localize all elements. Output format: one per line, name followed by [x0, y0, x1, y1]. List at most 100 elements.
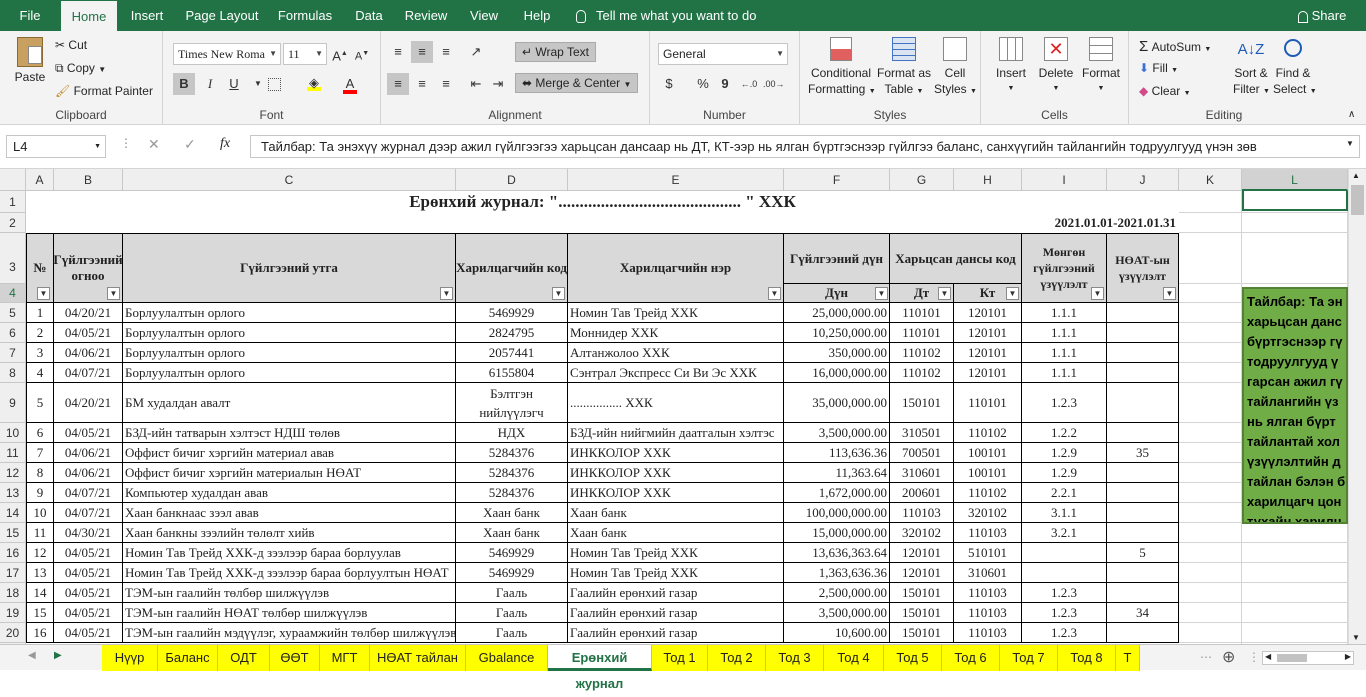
cell-cf[interactable]: 1.1.1 — [1022, 303, 1107, 323]
cell-cf[interactable] — [1022, 563, 1107, 583]
empty-cell[interactable] — [1179, 563, 1242, 583]
cell-d[interactable]: 04/20/21 — [54, 383, 123, 423]
column-header-e[interactable]: E — [568, 169, 784, 191]
cell-kt[interactable]: 120101 — [954, 303, 1022, 323]
empty-cell[interactable] — [1242, 233, 1348, 284]
tab-data[interactable]: Data — [349, 0, 389, 31]
filter-dropdown-icon[interactable]: ▼ — [938, 287, 951, 300]
cell-v[interactable] — [1107, 503, 1179, 523]
empty-cell[interactable] — [1179, 343, 1242, 363]
empty-cell[interactable] — [1179, 603, 1242, 623]
cell-a[interactable]: 10,250,000.00 — [784, 323, 890, 343]
sheet-tab[interactable]: Тод 4 — [824, 645, 884, 671]
align-right-icon[interactable]: ≡ — [435, 73, 457, 95]
scroll-down-icon[interactable]: ▼ — [1352, 633, 1360, 642]
cell-v[interactable] — [1107, 383, 1179, 423]
cell-cf[interactable]: 1.1.1 — [1022, 343, 1107, 363]
empty-cell[interactable] — [1179, 463, 1242, 483]
filter-dropdown-icon[interactable]: ▼ — [552, 287, 565, 300]
row-header[interactable]: 12 — [0, 463, 26, 483]
row-header[interactable]: 2 — [0, 213, 26, 233]
increase-font-icon[interactable]: A▲ — [329, 43, 351, 65]
cell-v[interactable] — [1107, 623, 1179, 643]
empty-cell[interactable] — [1242, 603, 1348, 623]
cell-n[interactable]: 12 — [26, 543, 54, 563]
cell-d[interactable]: 04/07/21 — [54, 503, 123, 523]
sheet-tab[interactable]: Тод 8 — [1058, 645, 1116, 671]
row-header[interactable]: 3 — [0, 233, 26, 284]
cell-dt[interactable]: 150101 — [890, 583, 954, 603]
cell-n[interactable]: 3 — [26, 343, 54, 363]
cancel-icon[interactable]: ✕ — [148, 136, 160, 153]
row-header[interactable]: 5 — [0, 303, 26, 323]
empty-cell[interactable] — [1242, 563, 1348, 583]
empty-cell[interactable] — [1242, 623, 1348, 643]
cell-dt[interactable]: 150101 — [890, 623, 954, 643]
cell-c[interactable]: Гааль — [456, 623, 568, 643]
cell-n[interactable]: 5 — [26, 383, 54, 423]
scroll-thumb[interactable] — [1351, 185, 1364, 215]
cell-p[interactable]: Хаан банк — [568, 503, 784, 523]
prev-sheet-icon[interactable]: ◀ — [28, 650, 36, 661]
cell-v[interactable]: 5 — [1107, 543, 1179, 563]
percent-button[interactable]: % — [692, 73, 714, 95]
cell-d[interactable]: 04/06/21 — [54, 463, 123, 483]
cell-d[interactable]: 04/30/21 — [54, 523, 123, 543]
bold-button[interactable]: B — [173, 73, 195, 95]
cell-cf[interactable]: 1.1.1 — [1022, 323, 1107, 343]
cell-c[interactable]: 2824795 — [456, 323, 568, 343]
tab-page-layout[interactable]: Page Layout — [182, 0, 262, 31]
row-header[interactable]: 20 — [0, 623, 26, 643]
formula-input[interactable]: Тайлбар: Та энэхүү журнал дээр ажил гүйл… — [250, 135, 1360, 158]
cell-p[interactable]: Хаан банк — [568, 523, 784, 543]
cell-n[interactable]: 9 — [26, 483, 54, 503]
note-textbox[interactable]: Тайлбар: Та эн харьцсан данс бүртгэснээр г… — [1242, 287, 1348, 524]
row-header[interactable]: 6 — [0, 323, 26, 343]
cell-cf[interactable] — [1022, 543, 1107, 563]
cell-t[interactable]: ТЭМ-ын гаалийн НӨАТ төлбөр шилжүүлэв — [123, 603, 456, 623]
row-header[interactable]: 11 — [0, 443, 26, 463]
cell-dt[interactable]: 320102 — [890, 523, 954, 543]
tab-help[interactable]: Help — [518, 0, 556, 31]
cell-cf[interactable]: 1.2.3 — [1022, 583, 1107, 603]
cell-c[interactable]: Бэлтгэн нийлүүлэгч — [456, 383, 568, 423]
empty-cell[interactable] — [1179, 483, 1242, 503]
cell-a[interactable]: 10,600.00 — [784, 623, 890, 643]
horizontal-scrollbar[interactable]: ◀ ▶ — [1262, 651, 1354, 665]
merge-center-button[interactable]: ⬌ Merge & Center ▼ — [515, 73, 639, 93]
empty-cell[interactable] — [1179, 523, 1242, 543]
row-header[interactable]: 4 — [0, 284, 26, 303]
collapse-ribbon-icon[interactable]: ∧ — [1348, 109, 1355, 120]
empty-cell[interactable] — [1179, 284, 1242, 303]
cell-n[interactable]: 8 — [26, 463, 54, 483]
filter-dropdown-icon[interactable]: ▼ — [875, 287, 888, 300]
cell-kt[interactable]: 110103 — [954, 583, 1022, 603]
decrease-indent-icon[interactable]: ⇤ — [465, 73, 487, 95]
cell-cf[interactable]: 1.2.3 — [1022, 383, 1107, 423]
cell-d[interactable]: 04/20/21 — [54, 303, 123, 323]
cell-c[interactable]: 5469929 — [456, 563, 568, 583]
empty-cell[interactable] — [1179, 623, 1242, 643]
tab-view[interactable]: View — [464, 0, 504, 31]
sheet-tab[interactable]: Тод 6 — [942, 645, 1000, 671]
cell-d[interactable]: 04/05/21 — [54, 583, 123, 603]
cell-c[interactable]: НДХ — [456, 423, 568, 443]
empty-cell[interactable] — [1179, 303, 1242, 323]
sheet-tab[interactable]: Тод 7 — [1000, 645, 1058, 671]
cell-v[interactable] — [1107, 423, 1179, 443]
cell-dt[interactable]: 150101 — [890, 383, 954, 423]
cell-v[interactable] — [1107, 363, 1179, 383]
align-top-icon[interactable]: ≡ — [387, 41, 409, 63]
cell-p[interactable]: БЗД-ийн нийгмийн даатгалын хэлтэс — [568, 423, 784, 443]
cell-cf[interactable]: 3.2.1 — [1022, 523, 1107, 543]
cell-c[interactable]: 5469929 — [456, 543, 568, 563]
cell-p[interactable]: Номин Тав Трейд ХХК — [568, 563, 784, 583]
cell-n[interactable]: 14 — [26, 583, 54, 603]
font-size-select[interactable]: 11 ▼ — [283, 43, 327, 65]
select-all-corner[interactable] — [0, 169, 26, 191]
more-sheets-icon[interactable]: ⋯ — [1200, 650, 1212, 664]
column-header-f[interactable]: F — [784, 169, 890, 191]
cell-dt[interactable]: 110102 — [890, 363, 954, 383]
cell-t[interactable]: Компьютер худалдан авав — [123, 483, 456, 503]
cell-n[interactable]: 15 — [26, 603, 54, 623]
